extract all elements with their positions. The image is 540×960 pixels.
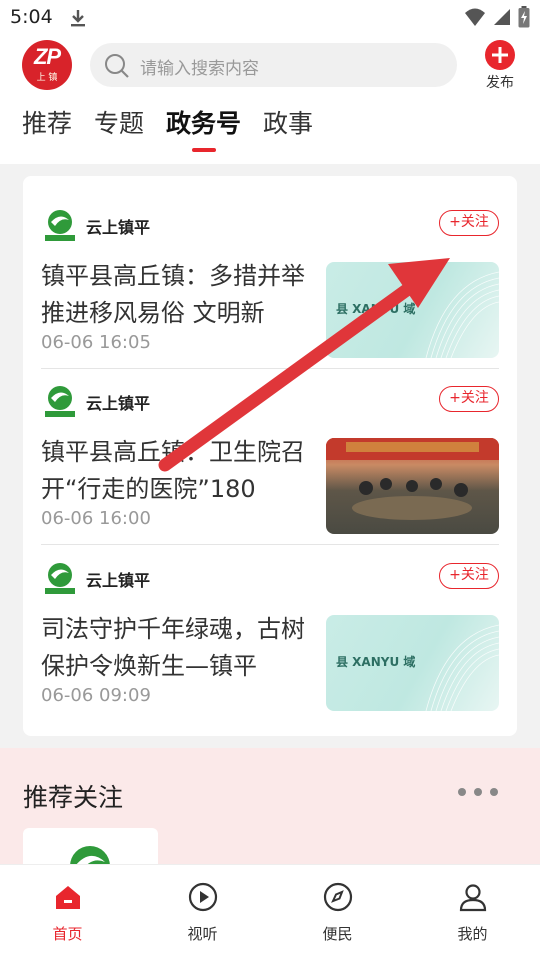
nav-profile[interactable]: 我的 xyxy=(405,865,540,960)
nav-label: 首页 xyxy=(52,925,83,943)
home-icon xyxy=(55,886,80,909)
nav-media[interactable]: 视听 xyxy=(135,865,270,960)
compass-icon xyxy=(323,882,352,912)
nav-label: 便民 xyxy=(322,925,353,943)
annotation-arrow-icon xyxy=(158,258,450,472)
nav-label: 视听 xyxy=(187,925,218,943)
nav-label: 我的 xyxy=(457,925,488,943)
bottom-nav: 首页 视听 便民 我的 xyxy=(0,864,540,960)
user-icon xyxy=(459,884,486,912)
nav-services[interactable]: 便民 xyxy=(270,865,405,960)
nav-home[interactable]: 首页 xyxy=(0,865,135,960)
play-icon xyxy=(188,882,217,912)
